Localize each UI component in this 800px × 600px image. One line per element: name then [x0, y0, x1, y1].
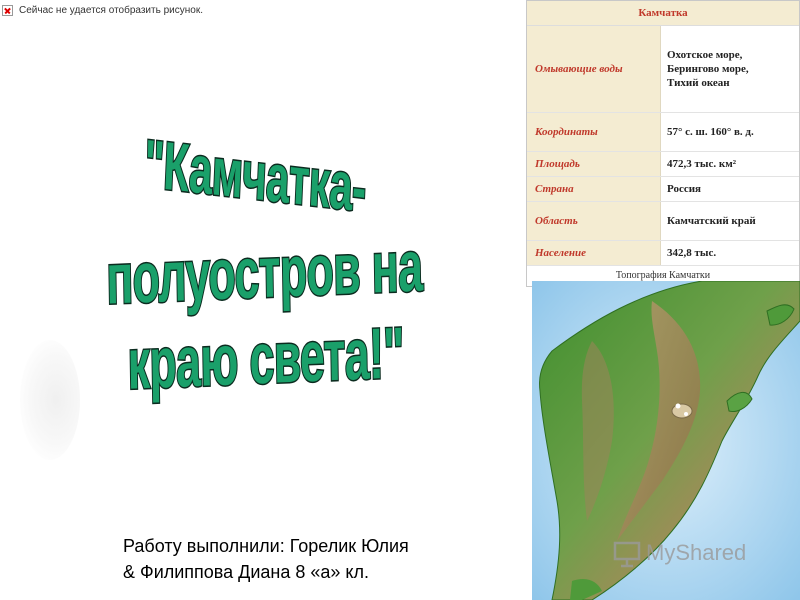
slide-title-line-1: "Камчатка- [142, 124, 369, 227]
slide-title-line-2: полуостров на краю света!" [104, 225, 424, 406]
infobox-header: Камчатка [527, 1, 799, 26]
infobox-value: 342,8 тыс. [667, 247, 717, 259]
infobox-row-waters: Омывающие воды Охотское море, Берингово … [527, 26, 799, 113]
authors-line-2: & Филиппова Диана 8 «а» кл. [123, 562, 370, 582]
broken-image-icon [2, 4, 13, 16]
broken-image-message: Сейчас не удается отобразить рисунок. [19, 4, 203, 16]
infobox-row-coordinates: Координаты 57° с. ш. 160° в. д. [527, 113, 799, 152]
infobox-key: Страна [527, 177, 661, 201]
infobox-value-line: Охотское море, [667, 49, 743, 61]
infobox-value: Россия [667, 183, 701, 195]
infobox-value: Камчатский край [667, 215, 756, 227]
infobox-row-region: Область Камчатский край [527, 202, 799, 241]
infobox-row-population: Население 342,8 тыс. [527, 241, 799, 266]
infobox-value: Охотское море, Берингово море, Тихий оке… [661, 26, 799, 112]
infobox-row-country: Страна Россия [527, 177, 799, 202]
infobox-key: Область [527, 202, 661, 240]
kamchatka-infobox: Камчатка Омывающие воды Охотское море, Б… [526, 0, 800, 287]
slide-title: "Камчатка- полуостров на краю света!" [0, 124, 530, 406]
infobox-value: 472,3 тыс. км² [667, 158, 737, 170]
infobox-key: Площадь [527, 152, 661, 176]
authors-line-1: Работу выполнили: Горелик Юлия [123, 536, 409, 556]
infobox-row-area: Площадь 472,3 тыс. км² [527, 152, 799, 177]
infobox-value-line: Тихий океан [667, 77, 730, 89]
infobox-value: 57° с. ш. 160° в. д. [667, 126, 754, 138]
watermark-text: MyShared [646, 540, 747, 565]
authors-text: Работу выполнили: Горелик Юлия & Филиппо… [123, 533, 523, 585]
infobox-key: Население [527, 241, 661, 265]
presentation-board-icon [613, 541, 641, 568]
infobox-key: Омывающие воды [527, 26, 661, 112]
broken-image-placeholder: Сейчас не удается отобразить рисунок. [2, 2, 522, 18]
myshared-watermark: MyShared [612, 538, 746, 568]
infobox-value-line: Берингово море, [667, 63, 749, 75]
infobox-key: Координаты [527, 113, 661, 151]
